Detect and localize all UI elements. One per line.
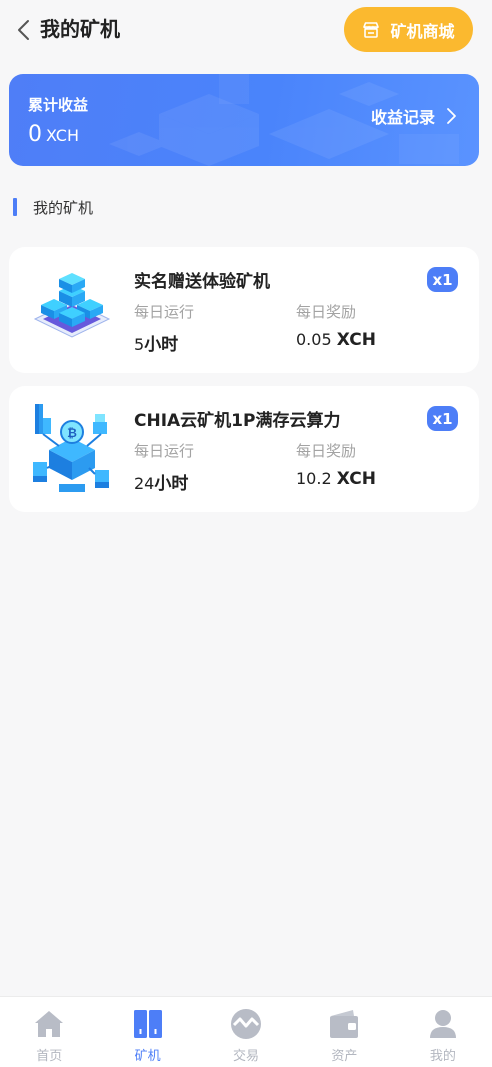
daily-run-number: 5 [134,335,145,354]
miner-card[interactable]: 实名赠送体验矿机 x1 每日运行 每日奖励 5小时 0.05 XCH [9,247,479,373]
earnings-record-label: 收益记录 [370,108,435,127]
trade-icon [229,1007,263,1041]
miner-quantity-badge: x1 [427,267,458,292]
tab-home[interactable]: 首页 [0,997,98,1067]
miner-quantity-badge: x1 [427,406,458,431]
tab-miner[interactable]: 矿机 [98,997,196,1067]
tab-label: 我的 [429,1049,456,1064]
miner-shop-button[interactable]: 矿机商城 [344,7,473,52]
daily-run-value: 5小时 [134,330,178,355]
daily-reward-number: 10.2 [296,469,332,488]
chevron-left-icon [18,20,29,40]
user-icon [426,1007,460,1041]
daily-reward-value: 0.05 XCH [296,330,376,350]
server-stack-icon [29,261,115,359]
miner-shop-label: 矿机商城 [390,21,455,41]
daily-reward-label: 每日奖励 [296,442,357,460]
section-accent-bar [13,198,17,216]
daily-run-unit: 小时 [144,335,179,355]
miner-icon [131,1007,165,1041]
daily-run-value: 24小时 [134,469,188,494]
earnings-card: 累计收益 0 XCH 收益记录 [9,74,479,166]
daily-reward-unit: XCH [336,330,376,350]
chevron-right-icon [447,108,456,124]
page: 我的矿机 矿机商城 累计收益 0 XCH 收益记录 我的矿机 实名赠送体验矿机 … [0,0,492,1067]
tab-profile[interactable]: 我的 [394,997,492,1067]
bottom-tab-bar: 首页 矿机 交易 资产 我的 [0,996,492,1067]
tab-label: 首页 [36,1049,63,1064]
header: 我的矿机 矿机商城 [0,0,492,60]
blockchain-network-icon: ₿ [29,400,115,498]
total-earnings-label: 累计收益 [28,96,89,114]
daily-reward-number: 0.05 [296,330,332,349]
section-title: 我的矿机 [33,198,94,217]
miner-name: 实名赠送体验矿机 [134,272,270,292]
wallet-icon [327,1007,361,1041]
earnings-record-link[interactable]: 收益记录 [371,104,457,128]
total-earnings-amount: 0 [28,122,42,147]
daily-reward-unit: XCH [336,469,376,489]
tab-trade[interactable]: 交易 [197,997,295,1067]
tab-assets[interactable]: 资产 [295,997,393,1067]
tab-label: 资产 [331,1049,358,1064]
daily-reward-value: 10.2 XCH [296,469,376,489]
page-title: 我的矿机 [40,17,120,41]
daily-run-label: 每日运行 [134,303,195,321]
total-earnings-value: 0 XCH [28,122,79,147]
miner-name: CHIA云矿机1P满存云算力 [134,411,341,431]
back-button[interactable] [14,18,34,42]
svg-text:₿: ₿ [67,426,77,440]
home-icon [32,1007,66,1041]
tab-label: 交易 [233,1049,260,1064]
total-earnings-unit: XCH [46,126,79,145]
tab-label: 矿机 [134,1049,161,1064]
daily-reward-label: 每日奖励 [296,303,357,321]
daily-run-unit: 小时 [154,474,189,494]
section-header: 我的矿机 [13,197,93,217]
miner-card[interactable]: ₿ CHIA云矿机1P满存云算力 x1 每日运行 每日奖励 24小时 10.2 … [9,386,479,512]
store-icon [362,21,380,39]
daily-run-number: 24 [134,474,155,493]
daily-run-label: 每日运行 [134,442,195,460]
